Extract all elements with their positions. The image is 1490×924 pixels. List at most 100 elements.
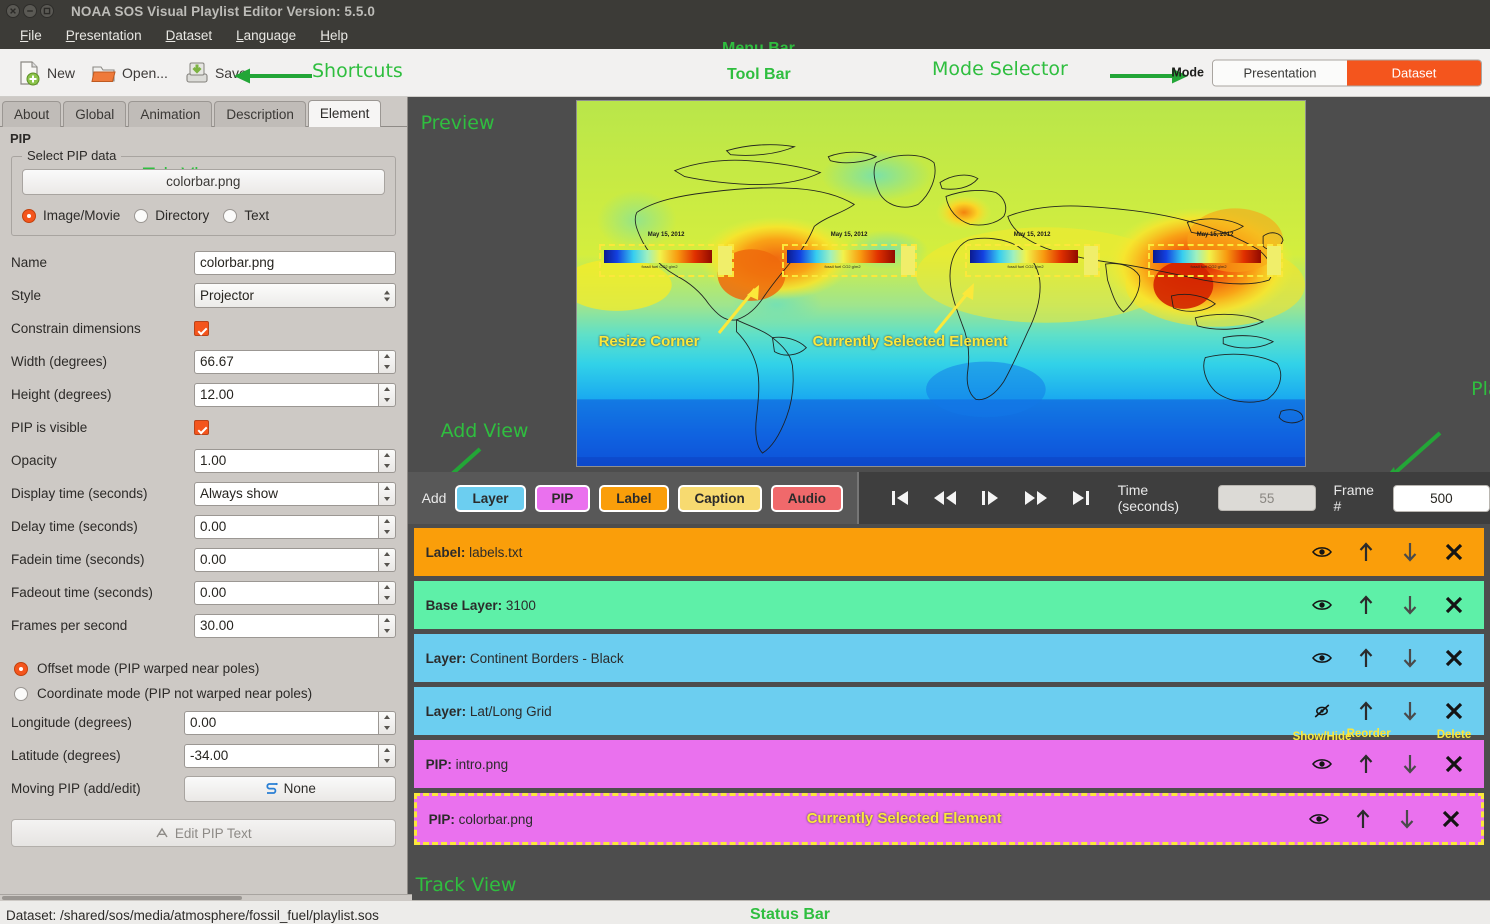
input-fadeout-time[interactable]: 0.00 [194, 580, 379, 605]
tab-about[interactable]: About [2, 101, 62, 127]
track-row[interactable]: Layer: Continent Borders - Black [413, 634, 1484, 682]
track-move-up-button[interactable]: Reorder [1344, 700, 1391, 740]
input-latitude[interactable]: -34.00 [184, 743, 379, 768]
tab-element[interactable]: Element [307, 100, 382, 127]
input-display-time[interactable]: Always show [194, 481, 379, 506]
preview-map[interactable]: May 15, 2012 fossil fuel CO2 g/m2 May 15… [575, 100, 1306, 467]
new-button[interactable]: New [8, 57, 83, 89]
minimize-icon[interactable] [23, 4, 37, 18]
frame-input[interactable]: 500 [1392, 484, 1490, 512]
menu-file[interactable]: File [8, 26, 54, 45]
resize-corner[interactable] [1266, 246, 1281, 275]
track-delete-button[interactable] [1432, 754, 1476, 774]
pip-colorbar-4[interactable]: May 15, 2012 fossil fuel CO2 g/m2 [1147, 232, 1283, 277]
pip-colorbar-1[interactable]: May 15, 2012 fossil fuel CO2 g/m2 [598, 232, 734, 277]
tab-animation[interactable]: Animation [128, 101, 213, 127]
track-show-hide-button[interactable] [1300, 545, 1344, 559]
tab-description[interactable]: Description [214, 101, 306, 127]
mode-option-dataset[interactable]: Dataset [1347, 60, 1481, 85]
track-move-up-button[interactable] [1344, 594, 1388, 616]
close-icon[interactable] [6, 4, 20, 18]
track-delete-button[interactable]: Delete [1432, 701, 1476, 741]
stepper-fadeout-time[interactable] [378, 580, 396, 605]
stepper-latitude[interactable] [378, 743, 396, 768]
input-width[interactable]: 66.67 [194, 349, 379, 374]
radio-directory[interactable]: Directory [134, 208, 209, 223]
time-input[interactable]: 55 [1218, 485, 1316, 511]
track-delete-button[interactable] [1429, 809, 1473, 829]
checkbox-constrain-dimensions[interactable] [194, 321, 209, 336]
input-fadein-time[interactable]: 0.00 [194, 547, 379, 572]
menu-language[interactable]: Language [224, 26, 308, 45]
checkbox-pip-is-visible[interactable] [194, 420, 209, 435]
track-move-up-button[interactable] [1341, 808, 1385, 830]
track-delete-button[interactable] [1432, 595, 1476, 615]
radio-offset-mode[interactable]: Offset mode (PIP warped near poles) [8, 656, 399, 681]
input-longitude[interactable]: 0.00 [184, 710, 379, 735]
track-show-hide-button[interactable] [1300, 757, 1344, 771]
track-row[interactable]: PIP: colorbar.png Currently Selected Ele… [413, 793, 1484, 845]
pip-colorbar-2[interactable]: May 15, 2012 fossil fuel CO2 g/m2 [781, 232, 917, 277]
open-button[interactable]: Open... [83, 57, 176, 89]
skip-to-start-button[interactable] [877, 472, 922, 524]
tab-global[interactable]: Global [63, 101, 127, 127]
add-layer-button[interactable]: Layer [455, 484, 526, 512]
add-label-button[interactable]: Label [599, 484, 669, 512]
menu-dataset[interactable]: Dataset [154, 26, 225, 45]
input-opacity[interactable]: 1.00 [194, 448, 379, 473]
track-move-up-button[interactable] [1344, 753, 1388, 775]
track-row[interactable]: Layer: Lat/Long Grid Show/Hide Reorder D… [413, 687, 1484, 743]
stepper-delay-time[interactable] [378, 514, 396, 539]
add-audio-button[interactable]: Audio [770, 484, 844, 512]
track-move-down-button[interactable] [1388, 541, 1432, 563]
track-show-hide-button[interactable]: Show/Hide [1293, 703, 1351, 743]
input-delay-time[interactable]: 0.00 [194, 514, 379, 539]
track-row[interactable]: Label: labels.txt [413, 528, 1484, 576]
input-height[interactable]: 12.00 [194, 382, 379, 407]
panel-scrollbar[interactable] [0, 894, 412, 901]
add-pip-button[interactable]: PIP [534, 484, 591, 512]
track-move-up-button[interactable] [1344, 647, 1388, 669]
track-move-down-button[interactable] [1388, 700, 1432, 722]
track-move-down-button[interactable] [1388, 594, 1432, 616]
track-move-down-button[interactable] [1388, 647, 1432, 669]
menu-help[interactable]: Help [308, 26, 360, 45]
stepper-width[interactable] [378, 349, 396, 374]
track-row[interactable]: Base Layer: 3100 [413, 581, 1484, 629]
track-show-hide-button[interactable] [1297, 812, 1341, 826]
radio-text[interactable]: Text [223, 208, 269, 223]
track-show-hide-button[interactable] [1300, 598, 1344, 612]
input-name[interactable]: colorbar.png [194, 250, 396, 275]
stepper-display-time[interactable] [378, 481, 396, 506]
track-delete-button[interactable] [1432, 542, 1476, 562]
select-style[interactable]: Projector [194, 283, 396, 308]
menu-presentation[interactable]: Presentation [54, 26, 154, 45]
track-delete-button[interactable] [1432, 648, 1476, 668]
edit-pip-text-button[interactable]: Edit PIP Text [11, 819, 396, 847]
track-row[interactable]: PIP: intro.png [413, 740, 1484, 788]
add-caption-button[interactable]: Caption [677, 484, 762, 512]
mode-option-presentation[interactable]: Presentation [1213, 60, 1347, 85]
input-frames-per-second[interactable]: 30.00 [194, 613, 379, 638]
stepper-longitude[interactable] [378, 710, 396, 735]
track-move-down-button[interactable] [1385, 808, 1429, 830]
stepper-height[interactable] [378, 382, 396, 407]
pip-file-button[interactable]: colorbar.png [22, 169, 385, 195]
skip-to-end-button[interactable] [1058, 472, 1103, 524]
resize-corner[interactable] [900, 246, 915, 275]
radio-coordinate-mode[interactable]: Coordinate mode (PIP not warped near pol… [8, 681, 399, 706]
stepper-fadein-time[interactable] [378, 547, 396, 572]
radio-image-movie[interactable]: Image/Movie [22, 208, 120, 223]
track-move-up-button[interactable] [1344, 541, 1388, 563]
moving-pip-button[interactable]: None [184, 775, 396, 802]
stepper-opacity[interactable] [378, 448, 396, 473]
resize-corner[interactable] [1083, 246, 1098, 275]
maximize-icon[interactable] [40, 4, 54, 18]
rewind-button[interactable] [922, 472, 967, 524]
stepper-frames-per-second[interactable] [378, 613, 396, 638]
pip-colorbar-3[interactable]: May 15, 2012 fossil fuel CO2 g/m2 [964, 232, 1100, 277]
track-show-hide-button[interactable] [1300, 651, 1344, 665]
fast-forward-button[interactable] [1013, 472, 1058, 524]
resize-corner[interactable] [717, 246, 732, 275]
track-move-down-button[interactable] [1388, 753, 1432, 775]
